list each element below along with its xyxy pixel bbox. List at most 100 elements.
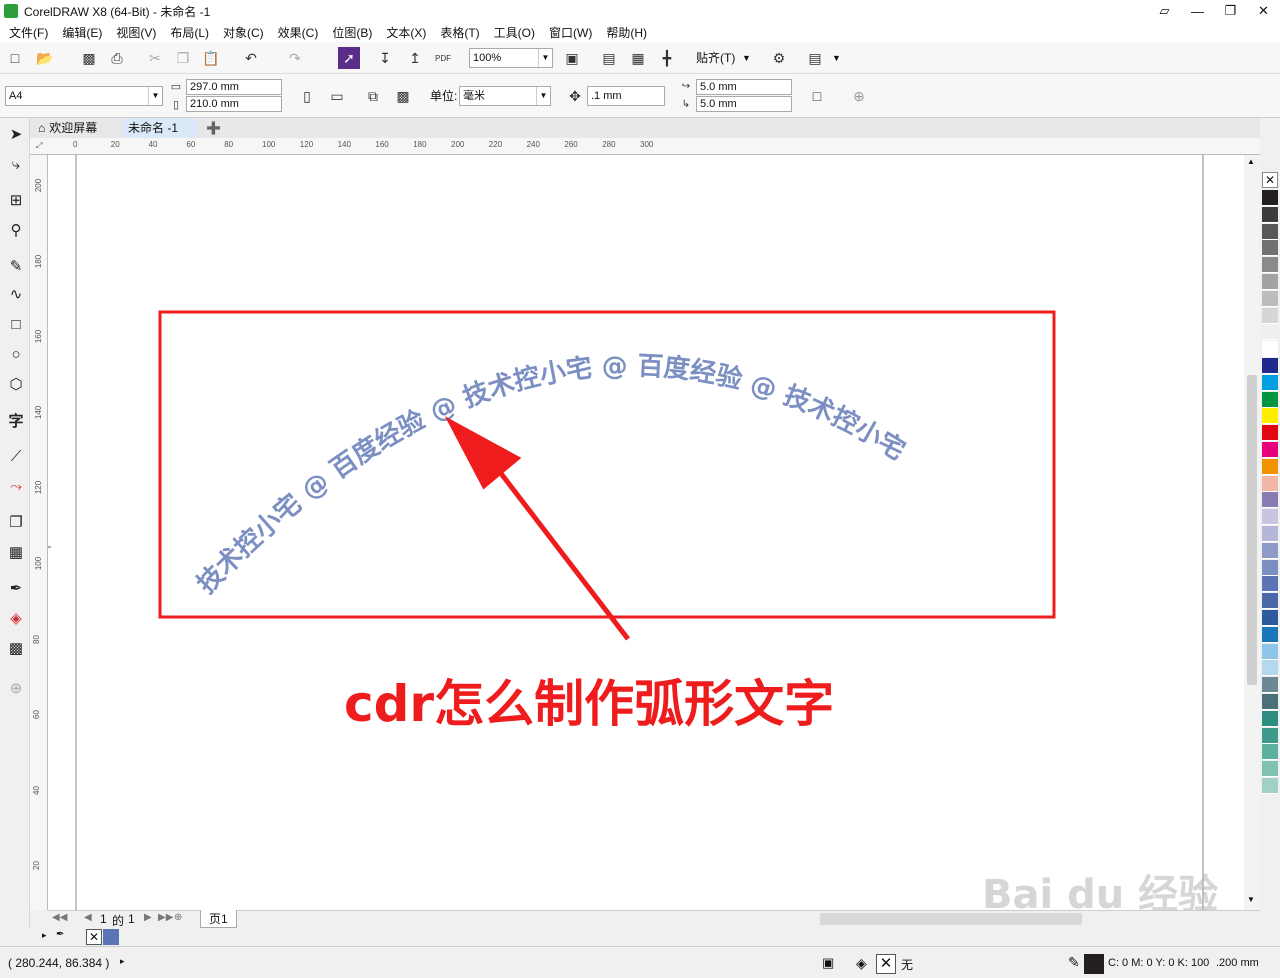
color-swatch[interactable]	[1262, 240, 1278, 257]
chevron-down-icon[interactable]: ▼	[832, 48, 841, 68]
cut-icon[interactable]: ✂	[144, 47, 166, 69]
color-swatch[interactable]	[1262, 274, 1278, 290]
menu-effects[interactable]: 效果(C)	[271, 24, 326, 41]
transparency-icon[interactable]: ▦	[4, 540, 28, 564]
ruler-origin-icon[interactable]: ⤢	[36, 141, 42, 151]
color-swatch[interactable]	[1262, 190, 1278, 206]
first-page-icon[interactable]: ◀◀	[52, 912, 67, 923]
duplicate-x-field[interactable]: 5.0 mm	[696, 79, 792, 95]
close-button[interactable]: ✕	[1247, 0, 1280, 22]
color-swatch[interactable]	[1262, 744, 1278, 761]
document-color-swatch[interactable]	[103, 929, 119, 945]
all-pages-icon[interactable]: ⧉	[362, 85, 384, 107]
zoom-tool-icon[interactable]: ⚲	[4, 218, 28, 242]
color-swatch[interactable]	[1262, 374, 1278, 391]
fill-bucket-icon[interactable]: ◈	[856, 955, 867, 972]
no-color-swatch[interactable]: ✕	[1262, 172, 1278, 188]
drawing-canvas[interactable]: 技术控小宅 @ 百度经验 @ 技术控小宅 @ 百度经验 @ 技术控小宅 cdr怎…	[48, 135, 1244, 910]
color-swatch[interactable]	[1262, 324, 1278, 341]
arc-text[interactable]: 技术控小宅 @ 百度经验 @ 技术控小宅 @ 百度经验 @ 技术控小宅	[192, 351, 911, 599]
copy-icon[interactable]: ❐	[172, 47, 194, 69]
color-swatch[interactable]	[1262, 425, 1278, 442]
color-swatch[interactable]	[1262, 442, 1278, 458]
portrait-icon[interactable]: ▯	[296, 85, 318, 107]
treat-as-filled-icon[interactable]: □	[806, 85, 828, 107]
color-swatch[interactable]	[1262, 509, 1278, 526]
color-swatch[interactable]	[1262, 710, 1278, 727]
shape-tool-icon[interactable]: ⤷	[4, 152, 28, 176]
polygon-tool-icon[interactable]: ⬡	[4, 372, 28, 396]
zoom-level-combo[interactable]: 100% ▼	[469, 48, 553, 68]
color-swatch[interactable]	[1262, 610, 1278, 626]
color-swatch[interactable]	[1262, 408, 1278, 425]
export-icon[interactable]: ↥	[404, 47, 426, 69]
print-icon[interactable]: ⎙	[106, 47, 128, 69]
color-swatch[interactable]	[1262, 559, 1278, 576]
no-fill-swatch[interactable]: ✕	[86, 929, 102, 945]
color-swatch[interactable]	[1262, 290, 1278, 307]
fill-none-swatch[interactable]: ✕	[876, 954, 896, 974]
account-icon[interactable]: ▱	[1148, 0, 1181, 22]
page-height-field[interactable]: 210.0 mm	[186, 96, 282, 112]
color-swatch[interactable]	[1262, 526, 1278, 542]
menu-window[interactable]: 窗口(W)	[542, 24, 599, 41]
color-proofing-icon[interactable]: ▣	[822, 955, 834, 971]
minimize-button[interactable]: —	[1181, 0, 1214, 22]
menu-table[interactable]: 表格(T)	[433, 24, 486, 41]
color-swatch[interactable]	[1262, 475, 1278, 492]
color-swatch[interactable]	[1262, 643, 1278, 660]
color-swatch[interactable]	[1262, 391, 1278, 408]
show-grid-icon[interactable]: ▦	[627, 47, 649, 69]
color-swatch[interactable]	[1262, 206, 1278, 223]
color-swatch[interactable]	[1262, 727, 1278, 744]
page-width-field[interactable]: 297.0 mm	[186, 79, 282, 95]
show-rulers-icon[interactable]: ▤	[598, 47, 620, 69]
color-swatch[interactable]	[1262, 542, 1278, 559]
page-tab-1[interactable]: 页1	[200, 910, 237, 928]
parallel-dimension-icon[interactable]: ⟋	[4, 444, 28, 468]
scroll-up-icon[interactable]: ▲	[1247, 157, 1255, 166]
undo-icon[interactable]: ↶	[240, 47, 262, 69]
add-tool-icon[interactable]: ⊕	[4, 676, 28, 700]
import-icon[interactable]: ↧	[374, 47, 396, 69]
color-swatch[interactable]	[1262, 626, 1278, 643]
color-swatch[interactable]	[1262, 307, 1278, 324]
menu-file[interactable]: 文件(F)	[2, 24, 55, 41]
menu-bitmaps[interactable]: 位图(B)	[325, 24, 379, 41]
outline-color-swatch[interactable]	[1084, 954, 1104, 974]
paste-icon[interactable]: 📋	[200, 47, 222, 69]
interactive-fill-icon[interactable]: ◈	[4, 606, 28, 630]
smart-fill-icon[interactable]: ▩	[4, 636, 28, 660]
vertical-scroll-thumb[interactable]	[1247, 375, 1257, 685]
color-swatch[interactable]	[1262, 677, 1278, 694]
chevron-down-icon[interactable]: ▼	[148, 87, 162, 105]
freehand-tool-icon[interactable]: ✎	[4, 254, 28, 278]
ellipse-tool-icon[interactable]: ○	[4, 342, 28, 366]
rectangle-tool-icon[interactable]: □	[4, 312, 28, 336]
eyedropper-icon[interactable]: ✒	[56, 929, 64, 940]
last-page-icon[interactable]: ▶▶	[158, 912, 173, 923]
add-page-icon[interactable]: ⊕	[174, 912, 182, 923]
menu-layout[interactable]: 布局(L)	[163, 24, 216, 41]
new-document-icon[interactable]: □	[4, 47, 26, 69]
drop-shadow-icon[interactable]: ❐	[4, 510, 28, 534]
color-swatch[interactable]	[1262, 492, 1278, 509]
horizontal-scroll-thumb[interactable]	[820, 913, 1082, 925]
menu-help[interactable]: 帮助(H)	[599, 24, 654, 41]
color-swatch[interactable]	[1262, 358, 1278, 374]
chevron-down-icon[interactable]: ▼	[742, 48, 751, 68]
crop-tool-icon[interactable]: ⊞	[4, 188, 28, 212]
full-screen-icon[interactable]: ▣	[561, 47, 583, 69]
artistic-media-icon[interactable]: ∿	[4, 282, 28, 306]
chevron-down-icon[interactable]: ▼	[536, 87, 550, 105]
previous-page-icon[interactable]: ◀	[84, 912, 92, 923]
search-content-icon[interactable]: ➚	[338, 47, 360, 69]
units-combo[interactable]: 毫米 ▼	[459, 86, 551, 106]
vertical-scrollbar[interactable]: ▲ ▼	[1244, 155, 1260, 910]
outline-pen-icon[interactable]: ✎	[1068, 954, 1080, 971]
tab-untitled-1[interactable]: 未命名 -1	[122, 118, 198, 138]
expand-arrow-icon[interactable]: ▸	[120, 956, 125, 967]
color-swatch[interactable]	[1262, 576, 1278, 593]
options-gear-icon[interactable]: ⚙	[768, 47, 790, 69]
application-launcher-icon[interactable]: ▤	[804, 47, 826, 69]
